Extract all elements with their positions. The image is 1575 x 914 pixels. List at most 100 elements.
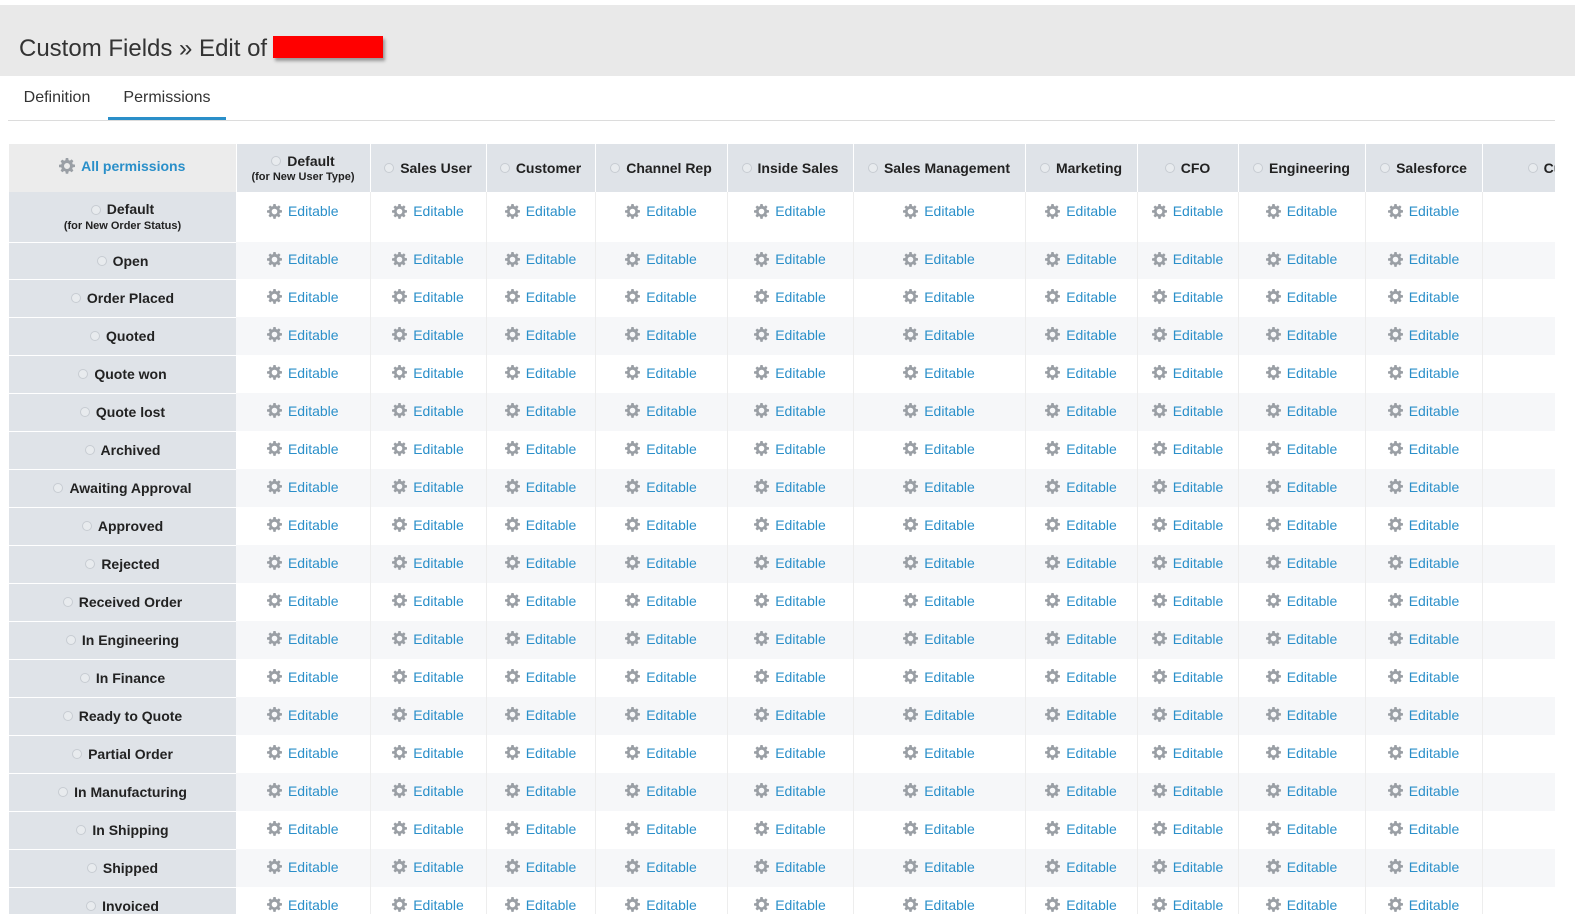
column-header[interactable]: Inside Sales <box>727 144 854 192</box>
permission-value-link[interactable]: Editable <box>1173 745 1224 761</box>
permission-cell[interactable]: Editable <box>595 469 728 507</box>
permission-value-link[interactable]: Editable <box>526 745 577 761</box>
permission-cell[interactable]: Editable <box>1238 621 1366 659</box>
permission-value-link[interactable]: Editable <box>288 403 339 419</box>
permission-value-link[interactable]: Editable <box>526 403 577 419</box>
permission-value-link[interactable]: Editable <box>1287 203 1338 219</box>
permission-cell[interactable]: Editable <box>486 192 596 242</box>
permission-cell[interactable]: Editable <box>727 507 854 545</box>
permission-cell[interactable]: Editable <box>727 469 854 507</box>
permission-value-link[interactable]: Editable <box>1409 593 1460 609</box>
permission-value-link[interactable]: Editable <box>1287 669 1338 685</box>
permission-cell[interactable]: Editable <box>486 469 596 507</box>
permission-cell[interactable]: Editable <box>1025 355 1138 393</box>
permission-value-link[interactable]: Editable <box>924 745 975 761</box>
permission-value-link[interactable]: Editable <box>1287 327 1338 343</box>
permission-cell[interactable]: Editable <box>1137 355 1239 393</box>
permission-value-link[interactable]: Editable <box>1409 203 1460 219</box>
permission-cell[interactable]: Editable <box>727 355 854 393</box>
permission-cell[interactable]: Editable <box>853 507 1026 545</box>
permission-cell[interactable]: Editable <box>370 659 487 697</box>
permission-cell[interactable]: Editable <box>1137 697 1239 735</box>
permission-value-link[interactable]: Editable <box>1287 251 1338 267</box>
permission-value-link[interactable]: Editable <box>775 327 826 343</box>
row-header[interactable]: Shipped <box>9 849 236 888</box>
permission-cell[interactable]: Editable <box>236 192 371 242</box>
permission-cell[interactable]: Editable <box>1238 317 1366 355</box>
permission-value-link[interactable]: Editable <box>646 897 697 913</box>
row-header[interactable]: Approved <box>9 507 236 546</box>
permission-cell[interactable]: Editable <box>1238 393 1366 431</box>
column-header[interactable]: Salesforce <box>1365 144 1483 192</box>
permission-value-link[interactable]: Editable <box>924 707 975 723</box>
permission-value-link[interactable]: Editable <box>1066 479 1117 495</box>
permission-value-link[interactable]: Editable <box>646 251 697 267</box>
permission-cell[interactable]: Editable <box>1025 773 1138 811</box>
permission-value-link[interactable]: Editable <box>1409 441 1460 457</box>
permission-cell[interactable]: Editable <box>370 697 487 735</box>
permission-value-link[interactable]: Editable <box>1409 745 1460 761</box>
permission-cell[interactable]: Editable <box>1025 545 1138 583</box>
permission-value-link[interactable]: Editable <box>288 479 339 495</box>
permission-value-link[interactable]: Editable <box>1409 897 1460 913</box>
permission-value-link[interactable]: Editable <box>526 517 577 533</box>
permission-value-link[interactable]: Editable <box>1173 441 1224 457</box>
permission-cell[interactable]: Editable <box>236 735 371 773</box>
permission-value-link[interactable]: Editable <box>646 479 697 495</box>
permission-cell[interactable]: Editable <box>1238 659 1366 697</box>
permission-value-link[interactable]: Editable <box>1173 203 1224 219</box>
permission-value-link[interactable]: Editable <box>413 631 464 647</box>
row-header[interactable]: In Finance <box>9 659 236 698</box>
permission-value-link[interactable]: Editable <box>526 251 577 267</box>
row-header[interactable]: In Engineering <box>9 621 236 660</box>
permission-value-link[interactable]: Editable <box>1066 203 1117 219</box>
permission-value-link[interactable]: Editable <box>1409 289 1460 305</box>
permission-cell[interactable]: Editable <box>853 431 1026 469</box>
permission-value-link[interactable]: Editable <box>924 821 975 837</box>
permission-value-link[interactable]: Editable <box>413 593 464 609</box>
permission-value-link[interactable]: Editable <box>1066 821 1117 837</box>
permission-value-link[interactable]: Editable <box>288 203 339 219</box>
column-header[interactable]: Custo <box>1482 144 1555 192</box>
permission-value-link[interactable]: Editable <box>288 289 339 305</box>
permission-cell[interactable]: Editable <box>1025 583 1138 621</box>
permission-cell[interactable]: Editable <box>727 317 854 355</box>
permission-cell[interactable]: Editable <box>727 735 854 773</box>
permission-cell[interactable]: Editable <box>1137 431 1239 469</box>
permission-value-link[interactable]: Editable <box>413 821 464 837</box>
permission-value-link[interactable]: Editable <box>288 669 339 685</box>
permission-cell[interactable]: Editable <box>595 659 728 697</box>
row-header[interactable]: Ready to Quote <box>9 697 236 736</box>
permission-value-link[interactable]: Editable <box>775 821 826 837</box>
permission-cell[interactable]: Editable <box>486 545 596 583</box>
permission-cell[interactable]: Editable <box>1137 507 1239 545</box>
permission-value-link[interactable]: Editable <box>646 821 697 837</box>
permission-value-link[interactable]: Editable <box>288 821 339 837</box>
permission-cell[interactable]: Editable <box>486 735 596 773</box>
permission-cell[interactable]: Editable <box>236 811 371 849</box>
permission-value-link[interactable]: Editable <box>1173 327 1224 343</box>
permission-cell[interactable]: Editable <box>1025 469 1138 507</box>
permission-cell[interactable]: Editable <box>370 317 487 355</box>
permission-value-link[interactable]: Editable <box>526 593 577 609</box>
permission-cell[interactable]: Editable <box>1365 192 1483 242</box>
permission-value-link[interactable]: Editable <box>775 669 826 685</box>
permission-value-link[interactable]: Editable <box>924 897 975 913</box>
permission-value-link[interactable]: Editable <box>1173 783 1224 799</box>
permission-cell[interactable]: Editable <box>595 242 728 279</box>
row-header[interactable]: Archived <box>9 431 236 470</box>
row-header[interactable]: Order Placed <box>9 279 236 318</box>
permission-cell[interactable]: Editable <box>486 393 596 431</box>
permission-value-link[interactable]: Editable <box>775 289 826 305</box>
permission-cell[interactable]: Editable <box>727 393 854 431</box>
permission-cell[interactable]: Editable <box>595 317 728 355</box>
permission-cell[interactable]: Editable <box>1025 887 1138 914</box>
permission-value-link[interactable]: Editable <box>924 365 975 381</box>
permission-cell[interactable]: Editable <box>236 393 371 431</box>
permission-cell[interactable]: Editable <box>727 659 854 697</box>
permission-value-link[interactable]: Editable <box>526 669 577 685</box>
permission-value-link[interactable]: Editable <box>526 707 577 723</box>
permission-value-link[interactable]: Editable <box>646 783 697 799</box>
permission-cell[interactable]: Editable <box>370 355 487 393</box>
permission-value-link[interactable]: Editable <box>1066 441 1117 457</box>
